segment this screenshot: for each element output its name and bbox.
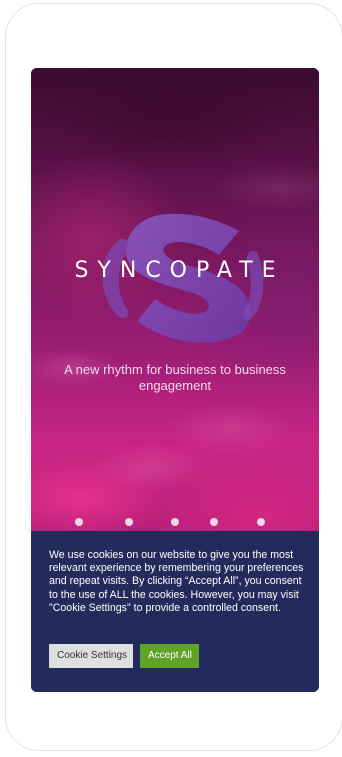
slider-dot-2[interactable] <box>125 518 133 526</box>
slider-dot-4[interactable] <box>210 518 218 526</box>
hero-tagline: A new rhythm for business to business en… <box>64 362 286 393</box>
app-screen: SYNCOPATE A new rhythm for business to b… <box>31 68 319 692</box>
slider-dot-5[interactable] <box>257 518 265 526</box>
slider-dots <box>31 518 319 528</box>
slider-dot-3[interactable] <box>171 518 179 526</box>
cookie-consent-banner: We use cookies on our website to give yo… <box>31 531 319 692</box>
accept-all-button[interactable]: Accept All <box>140 644 199 668</box>
hero-section: SYNCOPATE A new rhythm for business to b… <box>31 68 319 531</box>
brand-title: SYNCOPATE <box>74 258 285 283</box>
cookie-settings-button[interactable]: Cookie Settings <box>49 644 133 668</box>
slider-dot-1[interactable] <box>75 518 83 526</box>
cookie-message: We use cookies on our website to give yo… <box>49 549 304 614</box>
